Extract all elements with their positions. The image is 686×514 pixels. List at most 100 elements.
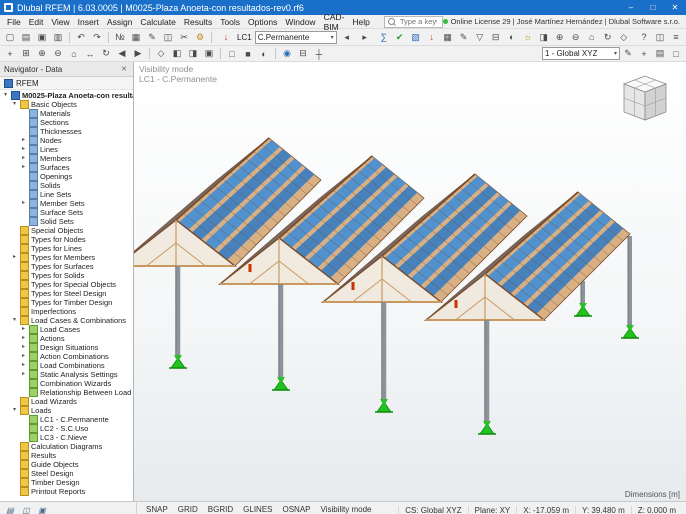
- tree-loads[interactable]: ▾ Loads: [0, 406, 133, 415]
- panel-toggle-button[interactable]: ◨: [536, 31, 551, 44]
- menu-edit[interactable]: Edit: [25, 15, 48, 28]
- zoom-in-button[interactable]: ⊕: [552, 31, 567, 44]
- zoom-out-button-2[interactable]: ⊖: [51, 47, 66, 60]
- tree-lc3[interactable]: LC3 - C.Nieve: [0, 433, 133, 442]
- tree-expander-icon[interactable]: ▸: [20, 154, 27, 163]
- tree-openings[interactable]: Openings: [0, 172, 133, 181]
- tree-design-situations[interactable]: ▸ Design Situations: [0, 343, 133, 352]
- close-button[interactable]: ✕: [664, 0, 686, 15]
- tree-guide-objects[interactable]: Guide Objects: [0, 460, 133, 469]
- result-tables-button[interactable]: ▦: [440, 31, 455, 44]
- quick-menu-button[interactable]: ≡: [669, 31, 684, 44]
- tree-relationship-load-cases[interactable]: Relationship Between Load Cases: [0, 388, 133, 397]
- settings-button[interactable]: ⚙: [193, 31, 208, 44]
- model-canvas[interactable]: [134, 62, 686, 501]
- previous-view-button[interactable]: ◀: [115, 47, 130, 60]
- view-x-button[interactable]: ◧: [170, 47, 185, 60]
- tree-expander-icon[interactable]: ▸: [20, 145, 27, 154]
- tree-materials[interactable]: Materials: [0, 109, 133, 118]
- tree-solid-sets[interactable]: Solid Sets: [0, 217, 133, 226]
- rotate-view-button[interactable]: ↻: [99, 47, 114, 60]
- new-coordinate-system-button[interactable]: +: [637, 47, 652, 60]
- undo-button[interactable]: ↶: [74, 31, 89, 44]
- view-isometric-button[interactable]: ◇: [154, 47, 169, 60]
- transparent-display-button[interactable]: ◐: [257, 47, 272, 60]
- tree-expander-icon[interactable]: ▸: [20, 199, 27, 208]
- snap-toggle[interactable]: SNAP: [141, 504, 173, 514]
- navigator-tab-views[interactable]: ▣: [35, 504, 49, 514]
- zoom-in-button-2[interactable]: ⊕: [35, 47, 50, 60]
- edit-coordinate-system-button[interactable]: ✎: [621, 47, 636, 60]
- glines-toggle[interactable]: GLINES: [238, 504, 277, 514]
- tree-expander-icon[interactable]: ▾: [11, 100, 18, 109]
- model-viewport[interactable]: Visibility mode LC1 - C.Permanente Dimen…: [134, 62, 686, 501]
- tree-types-nodes[interactable]: Types for Nodes: [0, 235, 133, 244]
- tree-combination-wizards[interactable]: Combination Wizards: [0, 379, 133, 388]
- edit-load-button[interactable]: ✎: [456, 31, 471, 44]
- tree-solids[interactable]: Solids: [0, 181, 133, 190]
- tree-types-solids[interactable]: Types for Solids: [0, 271, 133, 280]
- tree-lc1[interactable]: LC1 - C.Permanente: [0, 415, 133, 424]
- redo-button[interactable]: ↷: [90, 31, 105, 44]
- menu-calculate[interactable]: Calculate: [136, 15, 179, 28]
- navigator-tab-data[interactable]: ▤: [3, 504, 17, 514]
- toolbar-separator[interactable]: [275, 48, 276, 59]
- load-case-combo[interactable]: C.Permanente ▾: [255, 31, 337, 44]
- tree-types-members[interactable]: ▸ Types for Members: [0, 253, 133, 262]
- keyword-search[interactable]: [384, 16, 443, 28]
- tree-load-cases[interactable]: ▸ Load Cases: [0, 325, 133, 334]
- minimize-button[interactable]: –: [620, 0, 642, 15]
- tree-types-timber-design[interactable]: Types for Timber Design: [0, 298, 133, 307]
- check-model-button[interactable]: ✔: [392, 31, 407, 44]
- tree-expander-icon[interactable]: ▸: [11, 253, 18, 262]
- edit-properties-button[interactable]: ✎: [145, 31, 160, 44]
- tree-load-cases-combinations[interactable]: ▾ Load Cases & Combinations: [0, 316, 133, 325]
- saved-views-button[interactable]: ▤: [653, 47, 668, 60]
- tree-special-objects[interactable]: Special Objects: [0, 226, 133, 235]
- next-load-case-button[interactable]: ▸: [357, 31, 372, 44]
- tree-expander-icon[interactable]: ▸: [20, 325, 27, 334]
- zoom-all-button[interactable]: ⌂: [67, 47, 82, 60]
- menu-view[interactable]: View: [47, 15, 73, 28]
- menu-help[interactable]: Help: [348, 15, 373, 28]
- tree-steel-design[interactable]: Steel Design: [0, 469, 133, 478]
- tree-load-combinations[interactable]: ▸ Load Combinations: [0, 361, 133, 370]
- copy-object-button[interactable]: ◫: [161, 31, 176, 44]
- numbering-button[interactable]: №: [113, 31, 128, 44]
- grid-toggle[interactable]: GRID: [173, 504, 203, 514]
- tree-surfaces[interactable]: ▸ Surfaces: [0, 163, 133, 172]
- tree-action-combinations[interactable]: ▸ Action Combinations: [0, 352, 133, 361]
- cut-object-button[interactable]: ✂: [177, 31, 192, 44]
- tree-members[interactable]: ▸ Members: [0, 154, 133, 163]
- coordinate-system-combo[interactable]: 1 - Global XYZ ▾: [542, 47, 620, 60]
- filter-button[interactable]: ▽: [472, 31, 487, 44]
- window-layout-button[interactable]: ◫: [653, 31, 668, 44]
- osnap-toggle[interactable]: OSNAP: [277, 504, 315, 514]
- menu-file[interactable]: File: [3, 15, 25, 28]
- tree-nodes[interactable]: ▸ Nodes: [0, 136, 133, 145]
- orbit-view-button[interactable]: ↻: [600, 31, 615, 44]
- visibility-mode-button[interactable]: Visibility mode: [316, 504, 377, 514]
- tree-expander-icon[interactable]: ▸: [20, 361, 27, 370]
- print-button[interactable]: ▥: [51, 31, 66, 44]
- tree-types-lines[interactable]: Types for Lines: [0, 244, 133, 253]
- tree-types-surfaces[interactable]: Types for Surfaces: [0, 262, 133, 271]
- menu-results[interactable]: Results: [180, 15, 216, 28]
- tree-load-wizards[interactable]: Load Wizards: [0, 397, 133, 406]
- tree-thicknesses[interactable]: Thicknesses: [0, 127, 133, 136]
- open-model-button[interactable]: ▤: [19, 31, 34, 44]
- search-input[interactable]: [398, 16, 439, 27]
- toolbar-separator[interactable]: [220, 48, 221, 59]
- tree-model-root[interactable]: ▾ M0025-Plaza Anoeta-con resultados-rev0…: [0, 91, 133, 100]
- tree-expander-icon[interactable]: ▾: [2, 91, 9, 100]
- pan-button[interactable]: ↔: [83, 47, 98, 60]
- tree-surface-sets[interactable]: Surface Sets: [0, 208, 133, 217]
- tree-expander-icon[interactable]: ▸: [20, 334, 27, 343]
- tree-expander-icon[interactable]: ▾: [11, 406, 18, 415]
- tree-timber-design[interactable]: Timber Design: [0, 478, 133, 487]
- next-view-button[interactable]: ▶: [131, 47, 146, 60]
- tree-actions[interactable]: ▸ Actions: [0, 334, 133, 343]
- zoom-window-button[interactable]: ⊞: [19, 47, 34, 60]
- isometric-view-button[interactable]: ◇: [616, 31, 631, 44]
- toolbar-separator[interactable]: [149, 48, 150, 59]
